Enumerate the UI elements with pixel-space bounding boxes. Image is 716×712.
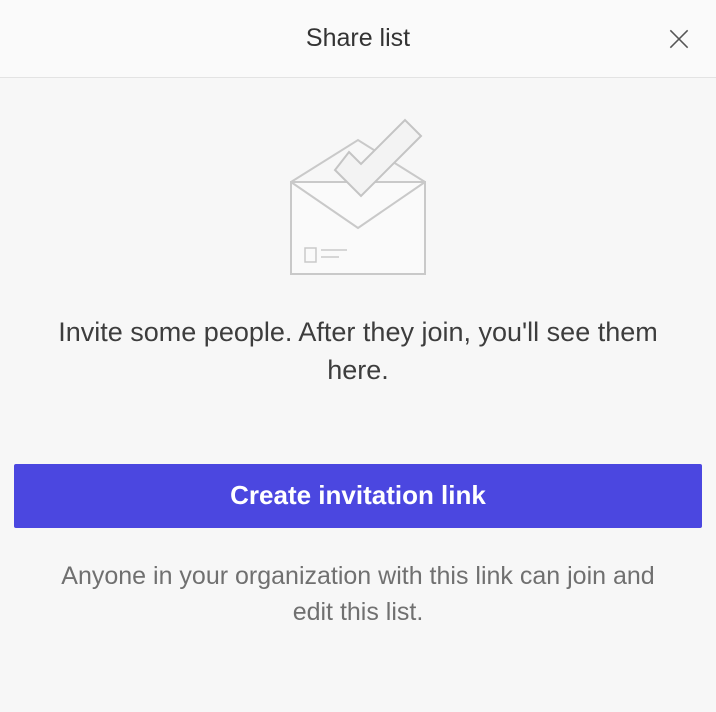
modal-header: Share list xyxy=(0,0,716,78)
create-invitation-link-button[interactable]: Create invitation link xyxy=(14,464,702,528)
empty-state-illustration xyxy=(263,110,453,290)
close-icon xyxy=(666,26,692,52)
envelope-check-icon xyxy=(263,110,453,290)
link-permission-helper-text: Anyone in your organization with this li… xyxy=(38,558,678,631)
close-button[interactable] xyxy=(660,20,698,58)
modal-title: Share list xyxy=(306,24,410,53)
empty-state-message: Invite some people. After they join, you… xyxy=(48,314,668,390)
share-list-modal: Share list In xyxy=(0,0,716,712)
modal-body: Invite some people. After they join, you… xyxy=(0,78,716,712)
